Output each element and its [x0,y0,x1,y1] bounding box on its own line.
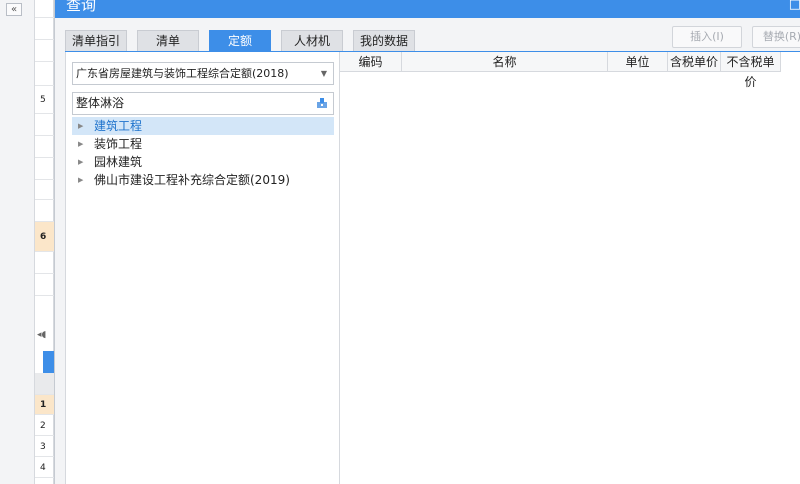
dialog-title: 查询 [66,0,97,14]
quota-library-select[interactable]: 广东省房屋建筑与装饰工程综合定额(2018) ▼ [72,62,334,85]
row-cell [35,158,54,180]
tree-item-label: 园林建筑 [94,155,143,169]
quota-table: 编码 名称 单位 含税单价 不含税单价 [340,52,800,484]
row-number[interactable]: 2 [35,416,54,436]
scroll-left-icon[interactable]: ◂◖ [37,330,54,340]
row-cell [35,0,54,18]
tab-3[interactable]: 人材机 [281,30,343,52]
search-value: 整体淋浴 [76,96,125,110]
row-cell [35,40,54,62]
search-input[interactable]: 整体淋浴 [72,92,334,115]
tree-item[interactable]: ▶ 建筑工程 [72,117,334,135]
row-cell [35,114,54,136]
column-header[interactable]: 单位 [608,52,668,72]
left-collapse-strip: « [0,0,35,484]
tab-4[interactable]: 我的数据 [353,30,415,52]
column-header[interactable]: 含税单价 [668,52,721,72]
row-number[interactable]: 1 [35,395,54,415]
column-header[interactable]: 不含税单价 [721,52,781,89]
expand-arrow-icon[interactable]: ▶ [78,153,94,171]
tree-item[interactable]: ▶ 佛山市建设工程补充综合定额(2019) [72,171,334,189]
column-header[interactable]: 编码 [340,52,402,72]
tree-item[interactable]: ▶ 园林建筑 [72,153,334,171]
tab-2[interactable]: 定额 [209,30,271,52]
query-dialog: 查询 □ 清单指引 清单 定额 人材机 我的数据 插入(I) 替换(R) 广东省房屋建筑… [54,0,800,484]
search-icon[interactable] [316,97,328,109]
row-cell [35,373,54,395]
expand-arrow-icon[interactable]: ▶ [78,135,94,153]
row-number[interactable]: 3 [35,437,54,457]
row-number[interactable]: 6 [35,222,54,252]
tree-item-label: 建筑工程 [94,119,143,133]
expand-arrow-icon[interactable]: ▶ [78,117,94,135]
tree-item-label: 装饰工程 [94,137,143,151]
row-selection-marker [43,351,54,373]
row-cell [35,180,54,200]
row-cell [35,200,54,222]
tree-item-label: 佛山市建设工程补充综合定额(2019) [94,173,290,187]
quota-library-value: 广东省房屋建筑与装饰工程综合定额(2018) [76,67,289,80]
row-cell [35,136,54,158]
tab-bar: 清单指引 清单 定额 人材机 我的数据 [65,30,425,52]
row-cell [35,274,54,296]
quota-tree-panel: 广东省房屋建筑与装饰工程综合定额(2018) ▼ 整体淋浴 ▶ 建筑工程 ▶ 装饰工程… [65,52,340,484]
row-number-column: 5 6 1234 [35,0,54,484]
row-cell [35,62,54,86]
tree-item[interactable]: ▶ 装饰工程 [72,135,334,153]
table-header: 编码 名称 单位 含税单价 不含税单价 [340,52,781,89]
replace-button[interactable]: 替换(R) [752,26,800,48]
row-number[interactable]: 5 [35,86,54,114]
row-number[interactable]: 4 [35,458,54,478]
tab-1[interactable]: 清单 [137,30,199,52]
insert-button[interactable]: 插入(I) [672,26,742,48]
column-header[interactable]: 名称 [402,52,608,72]
expand-arrow-icon[interactable]: ▶ [78,171,94,189]
row-cell [35,252,54,274]
maximize-icon[interactable]: □ [789,0,800,12]
chevron-down-icon: ▼ [320,69,327,78]
collapse-icon[interactable]: « [6,3,22,16]
tab-0[interactable]: 清单指引 [65,30,127,52]
quota-tree: ▶ 建筑工程 ▶ 装饰工程 ▶ 园林建筑 ▶ 佛山市建设工程补充综合定额(2019) [72,117,334,189]
row-cell [35,18,54,40]
dialog-titlebar[interactable]: 查询 □ [55,0,800,18]
